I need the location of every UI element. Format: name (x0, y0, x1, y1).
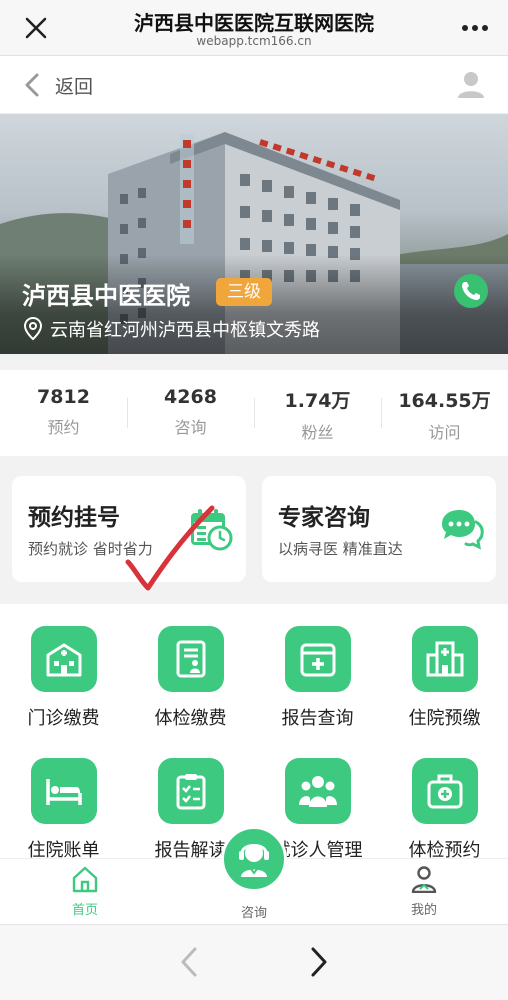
clipboard-icon (157, 758, 224, 824)
grid-item-label: 体检缴费 (154, 708, 227, 729)
grid-item-label: 住院预缴 (408, 708, 481, 729)
card-title: 预约挂号 (28, 505, 120, 531)
card-title: 专家咨询 (278, 505, 370, 531)
nav-bar: 返回 (0, 56, 508, 114)
stat-visits: 164.55万 访问 (381, 370, 508, 456)
stat-consultations: 4268 咨询 (127, 370, 254, 456)
stats-bar: 7812 预约 4268 咨询 1.74万 粉丝 164.55万 访问 (0, 370, 508, 456)
grid-item-label: 报告查询 (281, 708, 354, 729)
browser-forward-icon[interactable] (308, 945, 330, 979)
hospital-level-badge: 三级 (216, 278, 272, 306)
browser-top-bar: 泸西县中医医院互联网医院 webapp.tcm166.cn (0, 0, 508, 56)
back-button[interactable]: 返回 (55, 72, 93, 99)
hospital-address: 云南省红河州泸西县中枢镇文秀路 (50, 320, 320, 341)
home-icon (72, 866, 98, 893)
hospital-name: 泸西县中医医院 (22, 282, 190, 310)
first-aid-box-icon (411, 758, 478, 824)
tab-label: 我的 (410, 903, 437, 918)
hospital-icon (30, 626, 97, 692)
grid-item-outpatient-payment[interactable]: 门诊缴费 (0, 626, 127, 730)
tab-label: 首页 (71, 903, 98, 918)
user-icon (411, 866, 437, 894)
grid-item-checkup-payment[interactable]: 体检缴费 (127, 626, 254, 730)
document-person-icon (157, 626, 224, 692)
feature-cards: 预约挂号 预约就诊 省时省力 专家咨询 以病寻医 精准直达 (0, 474, 508, 584)
doctor-headset-icon (239, 844, 269, 877)
stat-value: 4268 (164, 386, 217, 408)
more-options-icon[interactable] (460, 18, 490, 38)
user-avatar-icon[interactable] (456, 69, 486, 99)
phone-icon (462, 282, 480, 300)
tab-consult-button[interactable] (221, 826, 287, 892)
grid-item-inpatient-bill[interactable]: 住院账单 (0, 758, 127, 862)
back-chevron-icon[interactable] (22, 72, 42, 98)
people-icon (284, 758, 351, 824)
stat-followers: 1.74万 粉丝 (254, 370, 381, 456)
expert-consult-card[interactable]: 专家咨询 以病寻医 精准直达 (262, 476, 496, 582)
tab-home[interactable]: 首页 (45, 865, 125, 918)
tab-consult-label[interactable]: 咨询 (214, 902, 294, 921)
chat-bubbles-icon (442, 510, 484, 550)
hospital-hero: 泸西县中医医院 三级 云南省红河州泸西县中枢镇文秀路 (0, 114, 508, 354)
call-button[interactable] (454, 274, 488, 308)
calendar-clock-icon (191, 509, 233, 551)
building-icon (411, 626, 478, 692)
stat-value: 164.55万 (398, 390, 491, 412)
stat-value: 7812 (37, 386, 90, 408)
browser-bottom-bar (0, 924, 508, 1000)
grid-item-label: 门诊缴费 (27, 708, 100, 729)
browser-title: 泸西县中医医院互联网医院 (134, 11, 374, 35)
browser-url: webapp.tcm166.cn (196, 34, 312, 48)
grid-item-inpatient-prepay[interactable]: 住院预缴 (381, 626, 508, 730)
stat-appointments: 7812 预约 (0, 370, 127, 456)
browser-back-icon[interactable] (178, 945, 200, 979)
grid-item-checkup-appointment[interactable]: 体检预约 (381, 758, 508, 862)
stat-value: 1.74万 (284, 390, 351, 412)
stat-label: 咨询 (174, 418, 207, 437)
medical-kit-icon (284, 626, 351, 692)
bed-icon (30, 758, 97, 824)
grid-item-report-query[interactable]: 报告查询 (254, 626, 381, 730)
card-subtitle: 以病寻医 精准直达 (278, 540, 403, 558)
card-subtitle: 预约就诊 省时省力 (28, 540, 153, 558)
stat-label: 粉丝 (301, 423, 334, 442)
appointment-card[interactable]: 预约挂号 预约就诊 省时省力 (12, 476, 246, 582)
stat-label: 预约 (47, 418, 80, 437)
location-pin-icon (23, 316, 43, 341)
stat-label: 访问 (428, 423, 461, 442)
tab-me[interactable]: 我的 (384, 865, 464, 918)
